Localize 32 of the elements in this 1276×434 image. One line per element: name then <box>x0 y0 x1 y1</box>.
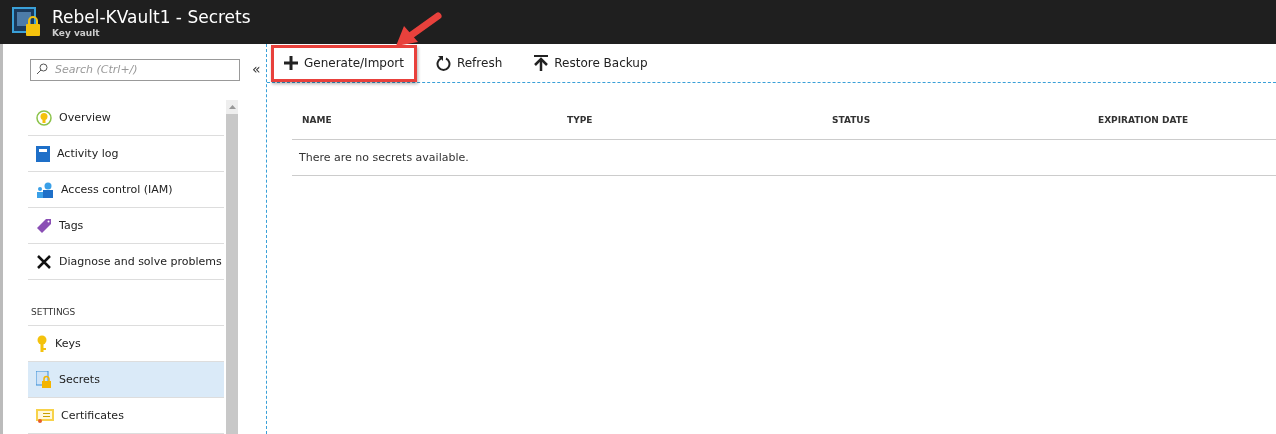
upload-icon <box>534 55 549 71</box>
nav-item[interactable]: Certificates <box>28 398 224 434</box>
nav-item[interactable]: Activity log <box>28 136 224 172</box>
search-icon <box>36 63 48 75</box>
collapse-button[interactable]: « <box>252 61 261 77</box>
tag-icon <box>36 217 52 234</box>
scroll-up-icon[interactable] <box>228 105 236 109</box>
column-header: EXPIRATION DATE <box>1098 115 1190 125</box>
nav-item[interactable]: Access control (IAM) <box>28 172 224 208</box>
search-field[interactable]: Search (Ctrl+/) <box>30 58 240 81</box>
column-header: TYPE <box>567 115 594 125</box>
column-header: STATUS <box>832 115 872 125</box>
nav-item[interactable]: Tags <box>28 208 224 244</box>
document-lock-icon <box>36 370 52 389</box>
page-title: Rebel-KVault1 - Secrets <box>52 6 251 28</box>
nav-item[interactable]: Diagnose and solve problems <box>28 244 224 280</box>
scrollbar[interactable] <box>226 100 238 434</box>
plus-icon <box>284 56 298 70</box>
certificate-icon <box>36 407 54 424</box>
vault-lock-icon <box>12 7 42 37</box>
nav-item[interactable]: Secrets <box>28 362 224 398</box>
key-icon <box>36 334 48 353</box>
nav-item[interactable]: Overview <box>28 100 224 136</box>
page-subtitle: Key vault <box>52 28 101 38</box>
empty-message: There are no secrets available. <box>299 151 469 164</box>
people-icon <box>36 181 54 198</box>
toolbar-button[interactable]: Generate/Import <box>271 44 417 82</box>
column-header: NAME <box>302 115 333 125</box>
book-icon <box>36 145 50 162</box>
lightbulb-icon <box>36 109 52 126</box>
section-heading: SETTINGS <box>31 307 76 317</box>
refresh-icon <box>435 55 451 71</box>
